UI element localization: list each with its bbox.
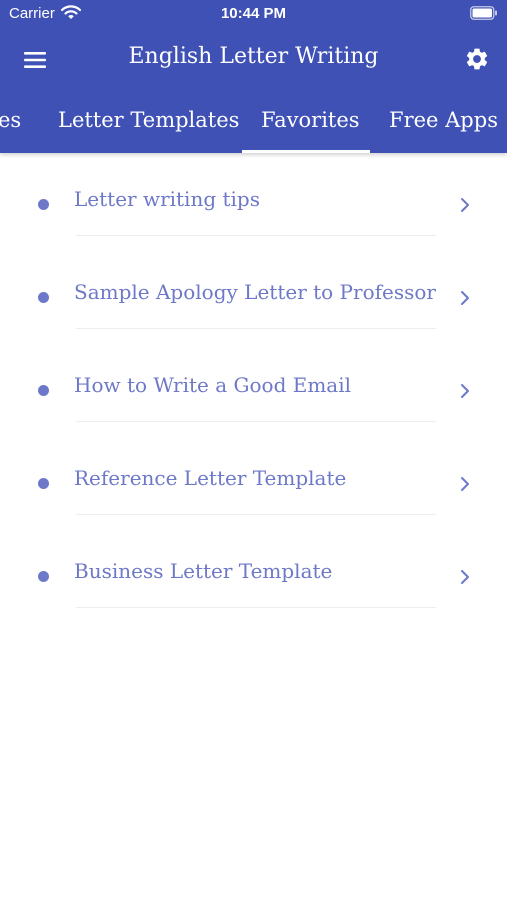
bullet-icon (38, 385, 49, 396)
divider (76, 328, 436, 329)
list-item-label: Sample Apology Letter to Professor (74, 280, 436, 304)
list-item[interactable]: Letter writing tips (0, 153, 507, 246)
list-item-label: Reference Letter Template (74, 466, 347, 490)
chevron-right-icon (458, 568, 472, 591)
bullet-icon (38, 571, 49, 582)
chevron-right-icon (458, 382, 472, 405)
battery-icon (470, 6, 498, 25)
list-item-label: Business Letter Template (74, 559, 333, 583)
bullet-icon (38, 478, 49, 489)
status-bar: Carrier 10:44 PM (0, 0, 507, 28)
divider (76, 514, 436, 515)
tab-favorites[interactable]: Favorites (261, 108, 360, 132)
chevron-right-icon (458, 475, 472, 498)
chevron-right-icon (458, 289, 472, 312)
bullet-icon (38, 199, 49, 210)
chevron-right-icon (458, 196, 472, 219)
divider (76, 607, 436, 608)
tab-partial[interactable]: es (0, 108, 21, 132)
status-time: 10:44 PM (220, 5, 287, 22)
divider (76, 235, 436, 236)
app-header: Carrier 10:44 PM English Letter Writing (0, 0, 507, 153)
list-item-label: Letter writing tips (74, 187, 260, 211)
app-title: English Letter Writing (128, 44, 379, 69)
gear-icon[interactable] (464, 46, 490, 72)
list-item[interactable]: Sample Apology Letter to Professor (0, 246, 507, 339)
tab-bar: es Letter Templates Favorites Free Apps (0, 104, 507, 153)
list-item[interactable]: Reference Letter Template (0, 432, 507, 525)
divider (76, 421, 436, 422)
list-item[interactable]: How to Write a Good Email (0, 339, 507, 432)
tab-free-apps[interactable]: Free Apps (389, 108, 498, 132)
bullet-icon (38, 292, 49, 303)
list-item[interactable]: Business Letter Template (0, 525, 507, 618)
list-item-label: How to Write a Good Email (74, 373, 352, 397)
tab-letter-templates[interactable]: Letter Templates (58, 108, 239, 132)
